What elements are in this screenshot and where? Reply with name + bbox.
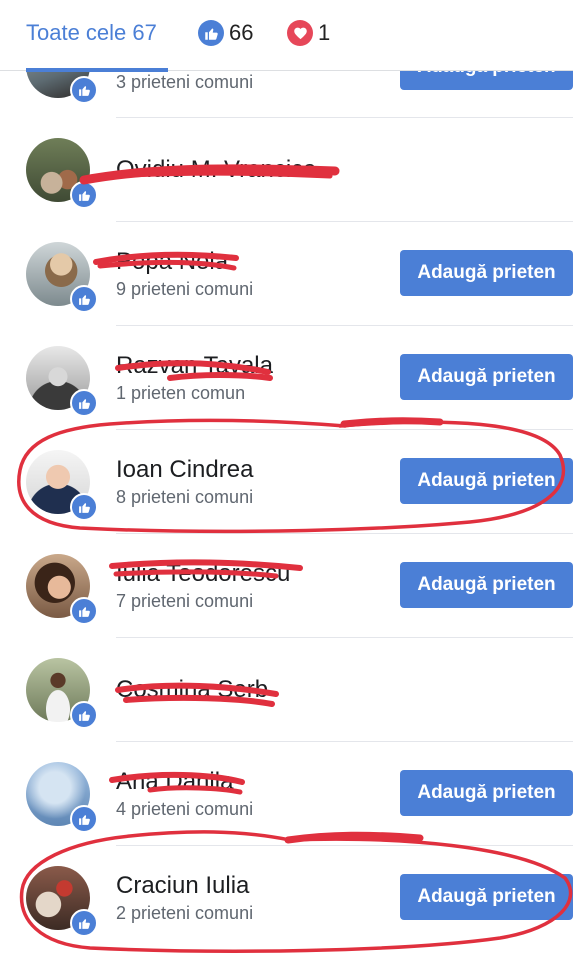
- friend-name[interactable]: Popa Nela: [116, 248, 228, 276]
- friend-name[interactable]: Cosmina Serb: [116, 676, 268, 704]
- tab-like[interactable]: 66: [198, 20, 253, 46]
- list-item[interactable]: Ana Danila 4 prieteni comuni Adaugă prie…: [0, 742, 573, 846]
- mutual-friends: 4 prieteni comuni: [116, 799, 254, 819]
- active-tab-indicator: [26, 68, 168, 72]
- like-badge-icon: [70, 76, 98, 104]
- add-friend-button[interactable]: Adaugă prieten: [400, 770, 573, 816]
- list-item[interactable]: Iulia Teodorescu 7 prieteni comuni Adaug…: [0, 534, 573, 638]
- add-friend-button[interactable]: Adaugă prieten: [400, 354, 573, 400]
- list-item[interactable]: Craciun Iulia 2 prieteni comuni Adaugă p…: [0, 846, 573, 950]
- mutual-friends: 1 prieten comun: [116, 383, 246, 403]
- thumbs-up-icon: [198, 20, 224, 46]
- add-friend-button[interactable]: Adaugă prieten: [400, 562, 573, 608]
- list-item[interactable]: Ovidiu M. Vrancica: [0, 118, 573, 222]
- add-friend-button[interactable]: Adaugă prieten: [400, 458, 573, 504]
- mutual-friends: 8 prieteni comuni: [116, 487, 254, 507]
- friend-name[interactable]: Iulia Teodorescu: [116, 560, 290, 588]
- friend-name[interactable]: Ana Danila: [116, 768, 233, 796]
- like-badge-icon: [70, 493, 98, 521]
- tab-all[interactable]: Toate cele 67: [26, 20, 157, 46]
- like-count: 66: [229, 20, 254, 45]
- mutual-friends: 9 prieteni comuni: [116, 279, 254, 299]
- like-badge-icon: [70, 181, 98, 209]
- like-badge-icon: [70, 597, 98, 625]
- like-badge-icon: [70, 285, 98, 313]
- tab-love[interactable]: 1: [287, 20, 330, 46]
- list-item[interactable]: Popa Nela 9 prieteni comuni Adaugă priet…: [0, 222, 573, 326]
- mutual-friends: 7 prieteni comuni: [116, 591, 254, 611]
- heart-icon: [287, 20, 313, 46]
- list-item[interactable]: Razvan Tavala 1 prieten comun Adaugă pri…: [0, 326, 573, 430]
- love-count: 1: [318, 20, 331, 45]
- friend-name[interactable]: Craciun Iulia: [116, 872, 249, 900]
- like-badge-icon: [70, 701, 98, 729]
- list-item[interactable]: Ioan Cindrea 8 prieteni comuni Adaugă pr…: [0, 430, 573, 534]
- like-badge-icon: [70, 909, 98, 937]
- add-friend-button[interactable]: Adaugă prieten: [400, 250, 573, 296]
- like-badge-icon: [70, 805, 98, 833]
- friend-name[interactable]: Ioan Cindrea: [116, 456, 253, 484]
- friend-name[interactable]: Ovidiu M. Vrancica: [116, 156, 317, 184]
- add-friend-button[interactable]: Adaugă prieten: [400, 874, 573, 920]
- reactions-tab-bar: Toate cele 67 66 1: [0, 0, 573, 72]
- list-item[interactable]: Cosmina Serb: [0, 638, 573, 742]
- mutual-friends: 2 prieteni comuni: [116, 903, 254, 923]
- friend-name[interactable]: Razvan Tavala: [116, 352, 273, 380]
- mutual-friends: 3 prieteni comuni: [116, 72, 254, 92]
- like-badge-icon: [70, 389, 98, 417]
